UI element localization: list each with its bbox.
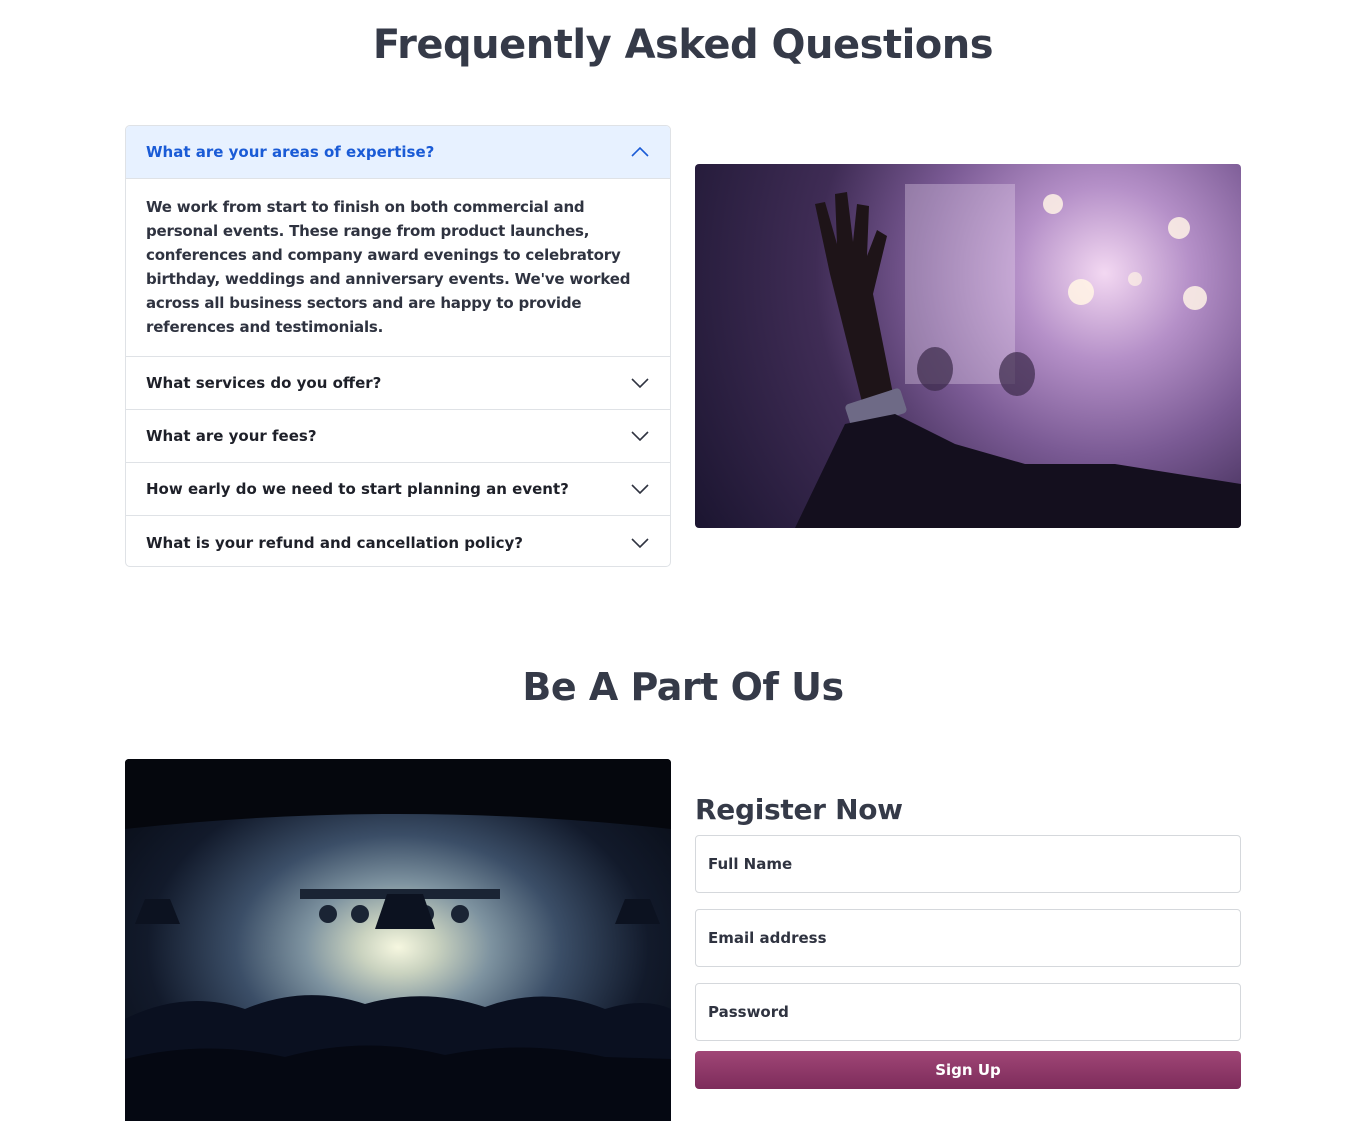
concert-crowd-photo [125,759,671,1121]
faq-question-label: What is your refund and cancellation pol… [146,533,523,552]
faq-question-refund[interactable]: What is your refund and cancellation pol… [126,516,670,566]
faq-answer-expertise: We work from start to finish on both com… [126,179,670,357]
faq-question-label: What are your areas of expertise? [146,143,435,161]
chevron-down-icon [630,426,650,446]
password-field[interactable] [695,983,1241,1041]
faq-question-fees[interactable]: What are your fees? [126,410,670,463]
faq-question-label: What are your fees? [146,427,317,445]
faq-question-planning[interactable]: How early do we need to start planning a… [126,463,670,516]
faq-question-expertise[interactable]: What are your areas of expertise? [126,126,670,179]
faq-question-label: How early do we need to start planning a… [146,480,569,498]
chevron-down-icon [630,479,650,499]
faq-question-label: What services do you offer? [146,374,382,392]
join-title: Be A Part Of Us [522,665,844,709]
faq-title: Frequently Asked Questions [372,22,994,68]
chevron-down-icon [630,533,650,553]
faq-question-services[interactable]: What services do you offer? [126,357,670,410]
sign-up-button[interactable]: Sign Up [695,1051,1241,1089]
full-name-field[interactable] [695,835,1241,893]
email-field[interactable] [695,909,1241,967]
register-heading: Register Now [695,793,903,826]
faq-accordion: What are your areas of expertise? We wor… [125,125,671,567]
chevron-up-icon [630,142,650,162]
raised-hand-photo [695,164,1241,528]
chevron-down-icon [630,373,650,393]
